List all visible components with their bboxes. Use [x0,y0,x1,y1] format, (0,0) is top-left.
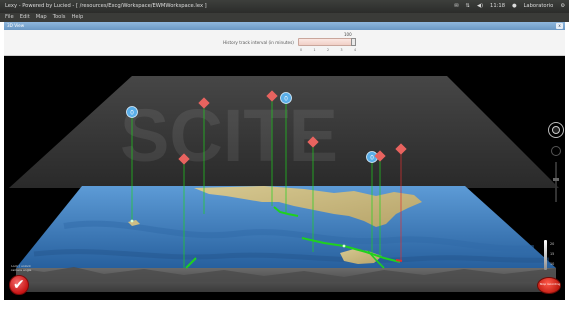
menu-help[interactable]: Help [71,13,83,22]
depth-tick: 15 [550,252,555,256]
menu-tools[interactable]: Tools [53,13,66,22]
vessel-marker[interactable]: 0 [126,106,138,118]
stop-recording-button[interactable]: Stop recording [537,277,561,294]
user-name[interactable]: Laboratorio [524,0,554,13]
menu-bar: File Edit Map Tools Help [0,13,569,22]
menu-edit[interactable]: Edit [20,13,30,22]
slider-tick: 1 [313,48,316,52]
clock: 11:18 [490,3,505,9]
history-interval-label: History track interval (in minutes) [223,40,294,45]
slider-tick: 4 [353,48,356,52]
menu-file[interactable]: File [5,13,14,22]
subwindow-title: 3D View [7,23,25,28]
settings-icon[interactable]: ⚙ [560,0,565,13]
close-button[interactable]: x [556,23,563,29]
compass-center[interactable] [552,126,560,134]
depth-scale[interactable]: 20 15 10 [541,240,563,272]
volume-icon[interactable]: ◀) [477,0,483,13]
history-max-value: 100 [344,32,352,37]
user-icon[interactable]: ● [512,0,517,13]
subwindow-title-bar: 3D View x [4,22,565,30]
network-icon[interactable]: ⇅ [466,0,470,13]
slider-tick: 3 [340,48,343,52]
vessel-marker[interactable]: 0 [280,92,292,104]
close-icon: x [558,23,561,28]
mail-icon[interactable]: ✉ [454,0,458,13]
tilt-knob[interactable] [551,146,561,156]
watermark: SCITE [120,94,338,177]
position-dot [342,244,346,248]
zoom-track[interactable] [555,162,557,202]
zoom-thumb[interactable] [553,178,559,181]
window-title-bar: Lexy - Powered by Lucied - [ /resources/… [0,0,569,13]
history-control-panel: History track interval (in minutes) 1 00 … [4,30,565,56]
slider-thumb[interactable] [351,38,356,46]
lock-camera-label: Lock / unlock camera angle [10,264,32,272]
system-tray: ✉ ⇅ ◀) 11:18 ● Laboratorio ⚙ [454,0,565,13]
window-bottom-area [0,300,569,321]
lock-camera-button[interactable]: ✔ [9,275,29,295]
depth-tick: 10 [550,262,555,266]
menu-map[interactable]: Map [36,13,47,22]
camera-navigator[interactable] [544,118,565,208]
depth-bar[interactable] [544,240,547,270]
3d-scene[interactable]: SCITE 0 0 0 [4,56,565,300]
slider-tick: 2 [326,48,329,52]
check-icon: ✔ [13,277,25,293]
history-interval-slider[interactable] [298,38,356,46]
window-title: Lexy - Powered by Lucied - [ /resources/… [5,3,207,9]
slider-ticks: 0 1 2 3 4 [300,48,356,54]
3d-viewport[interactable]: SCITE 0 0 0 [4,56,565,300]
depth-tick: 20 [550,242,555,246]
position-dot [130,219,134,223]
record-label: Stop recording [539,282,561,286]
slider-tick: 0 [300,48,303,52]
